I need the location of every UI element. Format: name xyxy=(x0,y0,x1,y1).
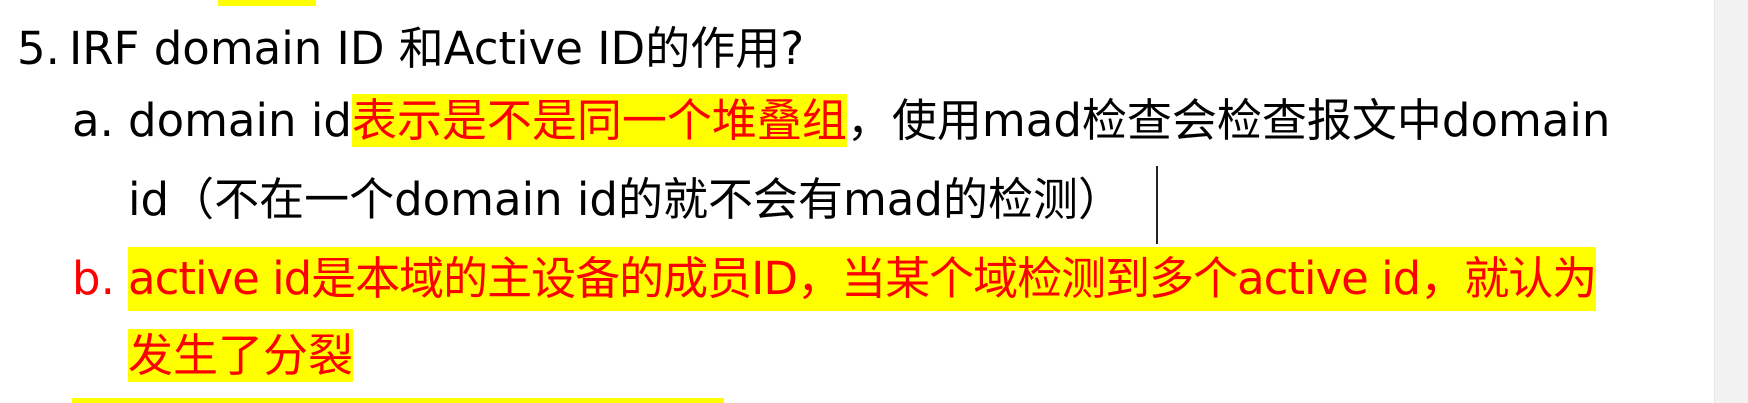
item-b-marker: b. xyxy=(72,252,115,305)
question-number: 5. xyxy=(17,22,60,75)
item-b-line-2: 发生了分裂 xyxy=(128,324,354,388)
highlight-fragment-bottom xyxy=(72,398,724,403)
item-a-continuation: id（不在一个domain id的就不会有mad的检测） xyxy=(128,173,1123,226)
page-right-margin xyxy=(1714,0,1748,403)
text-cursor xyxy=(1156,166,1158,244)
question-text: IRF domain ID 和Active ID的作用? xyxy=(69,22,805,75)
highlight-fragment-top xyxy=(218,0,316,6)
item-a-text: domain id表示是不是同一个堆叠组，使用mad检查会检查报文中domain xyxy=(128,89,1610,153)
item-a-marker: a. xyxy=(72,94,114,147)
item-a-rest: ，使用mad检查会检查报文中domain xyxy=(846,94,1611,147)
item-b-text: active id是本域的主设备的成员ID，当某个域检测到多个active id… xyxy=(128,247,1597,311)
document-page: 5. IRF domain ID 和Active ID的作用? a. domai… xyxy=(0,0,1748,403)
item-a-line-2: id（不在一个domain id的就不会有mad的检测） xyxy=(128,168,1123,232)
item-b-continuation: 发生了分裂 xyxy=(128,329,354,382)
item-a-highlighted-phrase: 表示是不是同一个堆叠组 xyxy=(351,94,847,147)
item-a-plain-start: domain id xyxy=(128,94,352,147)
